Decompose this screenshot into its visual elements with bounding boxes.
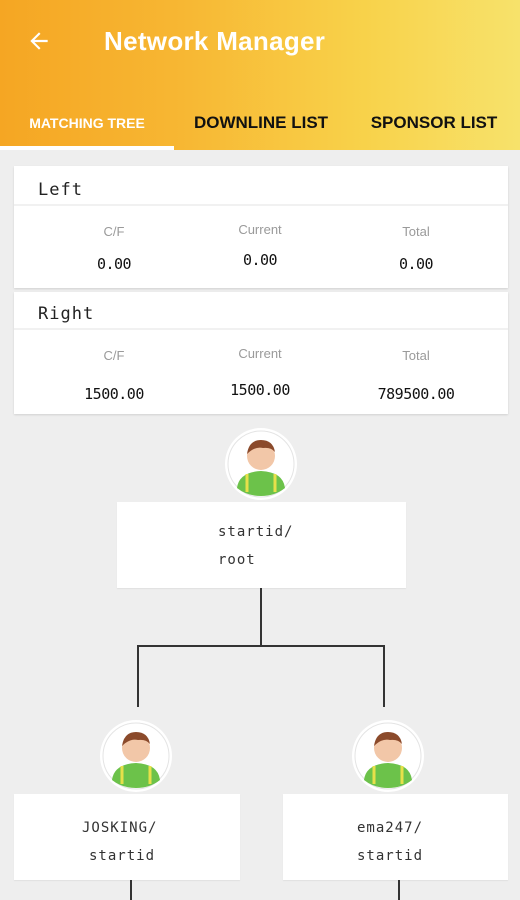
right-cf-header: C/F [103, 348, 125, 363]
tab-downline-list[interactable]: DOWNLINE LIST [174, 96, 348, 150]
left-current-value: 0.00 [242, 251, 278, 269]
right-current-header: Current [238, 346, 282, 361]
left-label: Left [38, 180, 83, 200]
right-total-column: Total 789500.00 [334, 348, 498, 403]
user-avatar-icon [354, 722, 422, 790]
right-total-value: 789500.00 [377, 385, 455, 403]
page-title: Network Manager [104, 26, 326, 56]
left-cf-header: C/F [103, 224, 125, 239]
root-node-card[interactable]: startid/ root [117, 502, 406, 588]
left-child-line2: startid [89, 848, 156, 864]
right-current-column: Current 1500.00 [178, 346, 342, 399]
right-child-avatar[interactable] [352, 720, 424, 792]
root-node-label: startid/ root [218, 518, 293, 574]
left-total-column: Total 0.00 [334, 224, 498, 273]
right-cf-value: 1500.00 [84, 385, 144, 403]
tree-connector-horizontal [137, 645, 385, 647]
tree-connector-left [137, 645, 139, 707]
left-summary-values: C/F 0.00 Current 0.00 Total 0.00 [14, 204, 508, 288]
back-button[interactable] [22, 24, 56, 58]
right-child-node-label: ema247/ startid [357, 814, 423, 870]
left-child-node-card[interactable]: JOSKING/ startid [14, 794, 240, 880]
left-current-header: Current [238, 222, 282, 237]
user-avatar-icon [102, 722, 170, 790]
right-current-value: 1500.00 [230, 381, 290, 399]
left-child-line1: JOSKING/ [82, 820, 158, 836]
left-child-avatar[interactable] [100, 720, 172, 792]
tab-sponsor-list[interactable]: SPONSOR LIST [348, 96, 520, 150]
root-node-line1: startid/ [218, 524, 294, 540]
right-cf-column: C/F 1500.00 [32, 348, 196, 403]
arrow-left-icon [30, 32, 48, 50]
right-total-header: Total [402, 348, 430, 363]
root-avatar[interactable] [225, 428, 297, 500]
right-child-line1: ema247/ [357, 820, 424, 836]
tree-connector-right [383, 645, 385, 707]
tree-connector-right-down [398, 880, 400, 900]
left-total-value: 0.00 [398, 255, 434, 273]
tree-connector-left-down [130, 880, 132, 900]
right-summary-values: C/F 1500.00 Current 1500.00 Total 789500… [14, 328, 508, 414]
app-bar: Network Manager MATCHING TREE DOWNLINE L… [0, 0, 520, 150]
left-total-header: Total [402, 224, 430, 239]
right-child-line2: startid [357, 848, 424, 864]
left-summary-card: Left C/F 0.00 Current 0.00 Total 0.00 [14, 166, 508, 288]
right-child-node-card[interactable]: ema247/ startid [283, 794, 508, 880]
right-label: Right [38, 304, 95, 324]
left-cf-value: 0.00 [96, 255, 132, 273]
left-current-column: Current 0.00 [178, 222, 342, 269]
tab-matching-tree[interactable]: MATCHING TREE [0, 96, 174, 150]
left-cf-column: C/F 0.00 [32, 224, 196, 273]
right-summary-card: Right C/F 1500.00 Current 1500.00 Total … [14, 292, 508, 414]
root-node-line2: root [218, 552, 256, 568]
left-child-node-label: JOSKING/ startid [82, 814, 157, 870]
active-tab-indicator [0, 146, 174, 150]
tab-bar: MATCHING TREE DOWNLINE LIST SPONSOR LIST [0, 96, 520, 150]
user-avatar-icon [227, 430, 295, 498]
tree-connector-root [260, 588, 262, 646]
